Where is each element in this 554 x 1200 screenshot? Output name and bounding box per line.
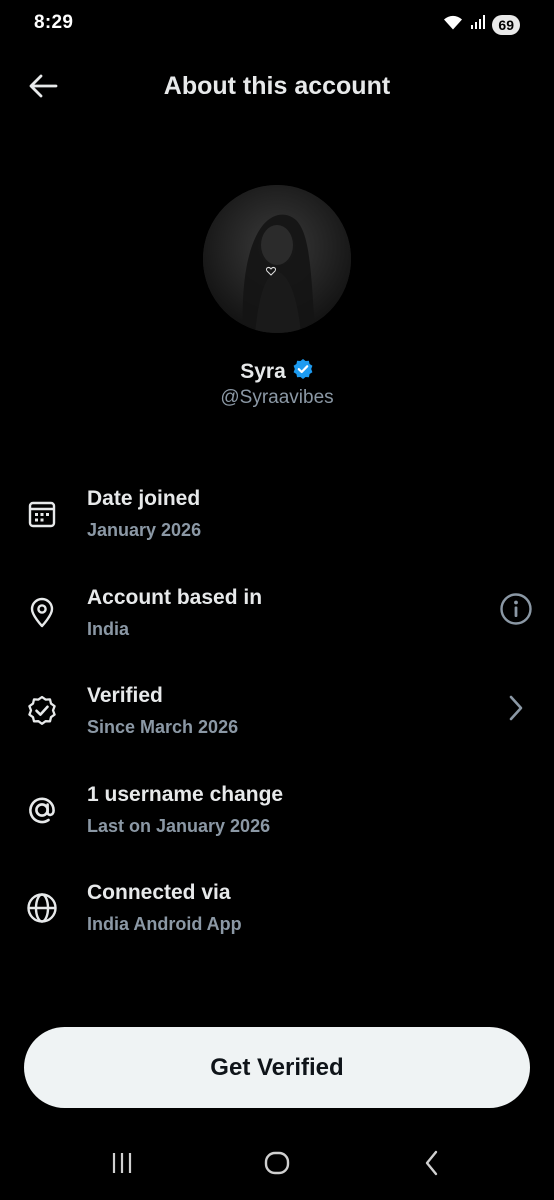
display-name: Syra (240, 359, 286, 383)
info-subtitle: January 2026 (87, 520, 202, 540)
location-pin-icon (24, 595, 60, 631)
info-list: Date joined January 2026 Account based i… (0, 478, 554, 971)
wifi-icon (442, 13, 464, 36)
at-sign-icon (24, 792, 60, 828)
header: About this account (0, 60, 554, 116)
recents-button[interactable] (100, 1148, 144, 1182)
recents-icon (109, 1150, 135, 1181)
calendar-icon (24, 496, 60, 532)
info-subtitle: Since March 2026 (87, 717, 239, 737)
verified-badge-icon (292, 358, 314, 385)
info-title: Connected via (87, 881, 231, 904)
battery-icon: 69 (492, 14, 520, 35)
info-title: Date joined (87, 487, 201, 510)
globe-icon (24, 890, 60, 926)
get-verified-label: Get Verified (210, 1053, 344, 1081)
signal-icon (470, 14, 486, 35)
about-account-screen: 8:29 69 About this account Syra @Syraavi… (0, 0, 554, 1200)
info-row-verified[interactable]: Verified Since March 2026 (0, 675, 554, 774)
info-title: 1 username change (87, 782, 284, 806)
info-subtitle: India Android App (87, 914, 242, 934)
back-icon (421, 1149, 443, 1182)
status-time: 8:29 (34, 12, 74, 33)
display-name-row: Syra (0, 358, 554, 385)
verified-badge-icon (24, 693, 60, 729)
status-icons: 69 (442, 13, 520, 36)
chevron-right-icon (506, 693, 526, 728)
info-button[interactable] (498, 592, 534, 631)
info-row-username-change: 1 username change Last on January 2026 (0, 774, 554, 873)
home-icon (263, 1149, 291, 1182)
status-bar: 8:29 69 (0, 0, 554, 48)
get-verified-button[interactable]: Get Verified (24, 1027, 530, 1108)
info-title: Verified (87, 684, 163, 707)
system-nav-bar (0, 1130, 554, 1200)
info-row-date-joined: Date joined January 2026 (0, 478, 554, 577)
info-row-connected-via: Connected via India Android App (0, 872, 554, 971)
page-title: About this account (163, 72, 391, 100)
system-back-button[interactable] (410, 1148, 454, 1182)
home-button[interactable] (255, 1148, 299, 1182)
handle: @Syraavibes (220, 387, 334, 408)
info-row-account-based-in: Account based in India (0, 577, 554, 676)
info-subtitle: Last on January 2026 (87, 815, 271, 836)
verified-details-button[interactable] (498, 692, 534, 728)
info-subtitle: India (87, 618, 130, 639)
info-icon (499, 592, 533, 631)
avatar[interactable] (203, 185, 351, 333)
info-title: Account based in (87, 585, 263, 609)
